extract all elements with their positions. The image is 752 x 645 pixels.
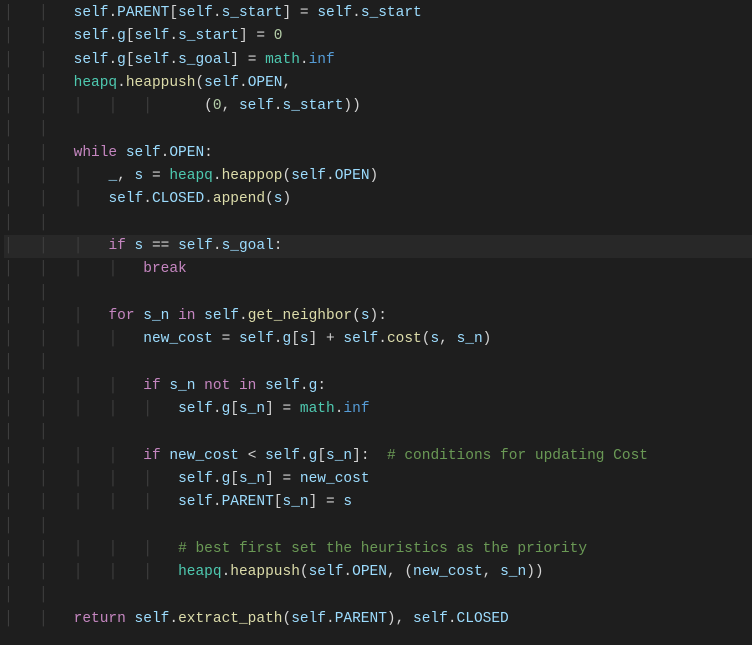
code-line[interactable]: │ │ — [4, 212, 752, 235]
code-line[interactable]: │ │ — [4, 351, 752, 374]
code-line[interactable]: │ │ │ │ │ self.g[s_n] = math.inf — [4, 398, 752, 421]
code-line[interactable]: │ │ heapq.heappush(self.OPEN, — [4, 72, 752, 95]
code-line[interactable]: │ │ │ for s_n in self.get_neighbor(s): — [4, 305, 752, 328]
code-line[interactable]: │ │ self.g[self.s_start] = 0 — [4, 25, 752, 48]
code-line[interactable]: │ │ — [4, 584, 752, 607]
code-line[interactable]: │ │ │ │ │ self.PARENT[s_n] = s — [4, 491, 752, 514]
code-line[interactable]: │ │ │ │ break — [4, 258, 752, 281]
code-line[interactable]: │ │ — [4, 421, 752, 444]
code-line[interactable]: │ │ self.g[self.s_goal] = math.inf — [4, 49, 752, 72]
code-editor[interactable]: │ │ self.PARENT[self.s_start] = self.s_s… — [0, 2, 752, 631]
code-line[interactable]: │ │ │ │ │ heapq.heappush(self.OPEN, (new… — [4, 561, 752, 584]
code-line[interactable]: │ │ │ │ new_cost = self.g[s] + self.cost… — [4, 328, 752, 351]
code-line[interactable]: │ │ │ │ if s_n not in self.g: — [4, 375, 752, 398]
code-line[interactable]: │ │ — [4, 118, 752, 141]
code-line[interactable]: │ │ — [4, 282, 752, 305]
code-line[interactable]: │ │ while self.OPEN: — [4, 142, 752, 165]
code-line[interactable]: │ │ │ │ │ # best first set the heuristic… — [4, 538, 752, 561]
code-line[interactable]: │ │ │ _, s = heapq.heappop(self.OPEN) — [4, 165, 752, 188]
code-line[interactable]: │ │ — [4, 515, 752, 538]
code-line[interactable]: │ │ │ │ │ self.g[s_n] = new_cost — [4, 468, 752, 491]
code-line[interactable]: │ │ self.PARENT[self.s_start] = self.s_s… — [4, 2, 752, 25]
code-line[interactable]: │ │ │ self.CLOSED.append(s) — [4, 188, 752, 211]
code-line[interactable]: │ │ │ if s == self.s_goal: — [4, 235, 752, 258]
code-line[interactable]: │ │ │ │ if new_cost < self.g[s_n]: # con… — [4, 445, 752, 468]
code-line[interactable]: │ │ return self.extract_path(self.PARENT… — [4, 608, 752, 631]
code-line[interactable]: │ │ │ │ │ (0, self.s_start)) — [4, 95, 752, 118]
